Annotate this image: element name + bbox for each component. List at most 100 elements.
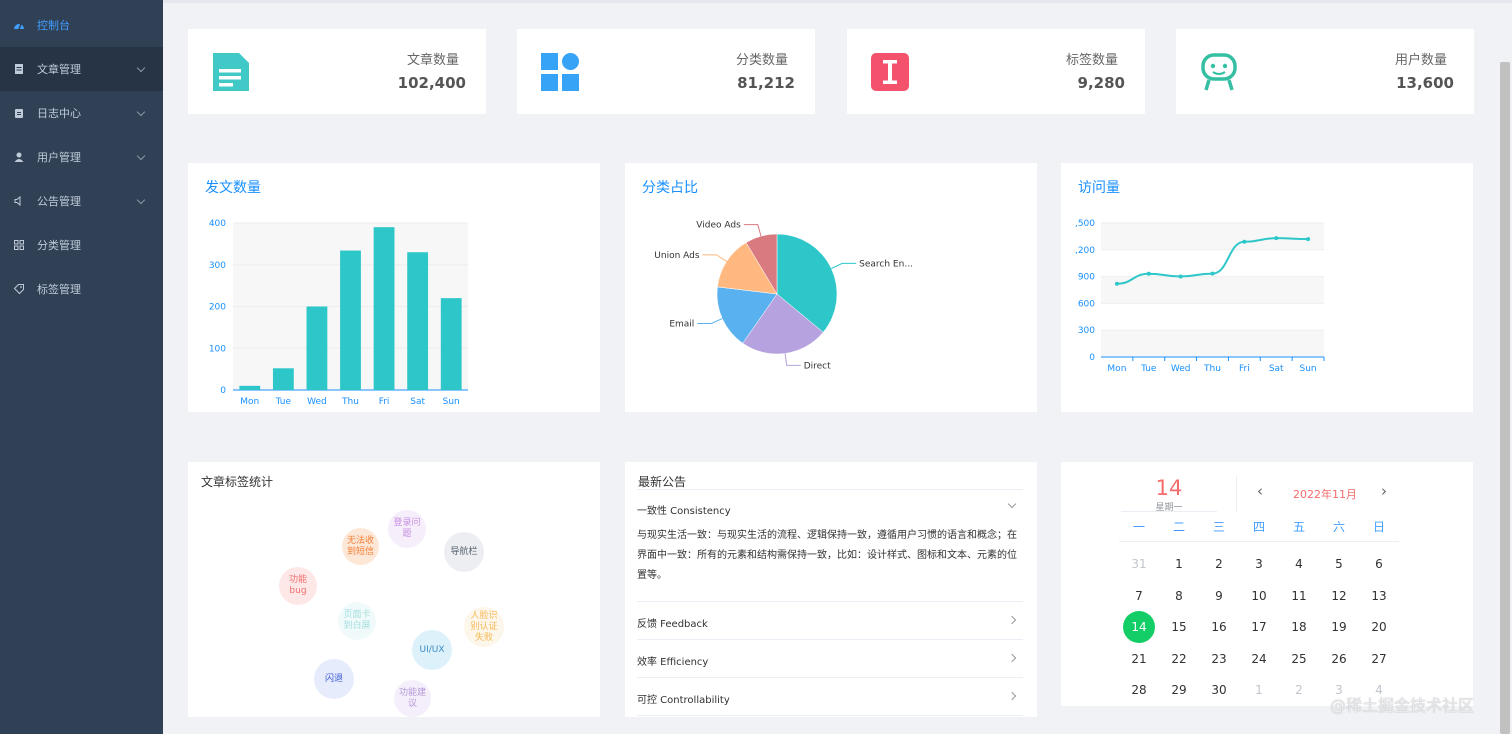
tag-bubble[interactable]: 闪退 xyxy=(314,659,354,699)
stat-value: 102,400 xyxy=(397,74,466,92)
bar-chart-panel: 发文数量 0 100 200 300 400 Mon Tue Wed Thu Fri Sat Sun xyxy=(188,163,600,412)
calendar-day-cell[interactable]: 1 xyxy=(1163,548,1195,580)
calendar-day-cell[interactable]: 19 xyxy=(1323,611,1355,643)
pie-chart-panel: 分类占比 Search En... Direct Email Union Ads Vid… xyxy=(625,163,1037,412)
calendar-day-cell[interactable]: 10 xyxy=(1243,580,1275,612)
calendar-day-cell[interactable]: 26 xyxy=(1323,643,1355,675)
chevron-down-icon xyxy=(136,151,146,161)
stat-card-categories[interactable]: 分类数量 81,212 xyxy=(517,29,815,114)
tag-label: 功能bug xyxy=(288,575,307,596)
stat-value: 13,600 xyxy=(1396,74,1454,92)
stat-card-articles[interactable]: 文章数量 102,400 xyxy=(188,29,486,114)
calendar-week-header: 二 xyxy=(1172,520,1185,534)
page-scrollbar[interactable] xyxy=(1500,62,1510,734)
calendar-day-cell[interactable]: 20 xyxy=(1363,611,1395,643)
calendar-day-cell[interactable]: 3 xyxy=(1243,548,1275,580)
pie-label: Search En... xyxy=(859,259,913,269)
stat-card-tags[interactable]: 标签数量 9,280 xyxy=(847,29,1145,114)
tag-bubble[interactable]: 功能bug xyxy=(279,567,317,605)
calendar-day-cell[interactable]: 6 xyxy=(1363,548,1395,580)
notice-panel: 最新公告 一致性 Consistency 与现实生活一致：与现实生活的流程、逻辑… xyxy=(625,462,1037,717)
calendar-day-cell[interactable]: 22 xyxy=(1163,643,1195,675)
calendar-day-cell[interactable]: 1 xyxy=(1243,674,1275,706)
calendar-day-cell[interactable]: 4 xyxy=(1283,548,1315,580)
data-point xyxy=(1114,281,1119,286)
calendar-day-cell[interactable]: 8 xyxy=(1163,580,1195,612)
y-tick-label: 400 xyxy=(209,219,226,229)
prev-month-button[interactable]: ‹ xyxy=(1257,482,1263,500)
article-icon xyxy=(213,53,249,91)
tag-bubble[interactable]: 页面卡到白屏 xyxy=(338,602,376,640)
calendar-day-cell[interactable]: 9 xyxy=(1203,580,1235,612)
notice-item[interactable]: 可控 Controllability xyxy=(637,678,1023,716)
calendar-day-cell[interactable]: 16 xyxy=(1203,611,1235,643)
calendar-day-cell[interactable]: 13 xyxy=(1363,580,1395,612)
sidebar-item-users[interactable]: 用户管理 xyxy=(0,135,163,179)
tag-bubble[interactable]: UI/UX xyxy=(412,630,452,670)
tag-bubble[interactable]: 无法收到短信 xyxy=(342,528,379,565)
notice-item-expanded-header[interactable]: 一致性 Consistency xyxy=(637,490,1023,524)
grid-icon xyxy=(14,240,24,250)
stat-card-users[interactable]: 用户数量 13,600 xyxy=(1176,29,1474,114)
pie-label: Video Ads xyxy=(696,221,741,231)
calendar-day-cell[interactable]: 21 xyxy=(1123,643,1155,675)
data-point xyxy=(1274,236,1279,241)
tag-bubble[interactable]: 导航栏 xyxy=(444,532,484,572)
sidebar-item-notices[interactable]: 公告管理 xyxy=(0,179,163,223)
calendar-day-cell[interactable]: 2 xyxy=(1283,674,1315,706)
calendar-day-cell[interactable]: 30 xyxy=(1203,674,1235,706)
notice-item[interactable]: 效率 Efficiency xyxy=(637,640,1023,678)
x-tick-label: Fri xyxy=(379,397,390,407)
tag-bubble[interactable]: 功能建议 xyxy=(394,680,431,717)
top-border xyxy=(163,0,1512,3)
calendar-day-cell[interactable]: 7 xyxy=(1123,580,1155,612)
sidebar-item-tags[interactable]: 标签管理 xyxy=(0,267,163,311)
notice-item-title: 一致性 Consistency xyxy=(637,506,731,517)
calendar-day-cell[interactable]: 14 xyxy=(1123,611,1155,643)
plot-band xyxy=(1101,223,1324,250)
pie-label: Union Ads xyxy=(654,251,700,261)
calendar-day-cell[interactable]: 2 xyxy=(1203,548,1235,580)
notice-item-title: 反馈 Feedback xyxy=(637,619,708,630)
calendar-day-cell[interactable]: 17 xyxy=(1243,611,1275,643)
sidebar-item-articles[interactable]: 文章管理 xyxy=(0,47,163,91)
calendar-day-cell[interactable]: 5 xyxy=(1323,548,1355,580)
notice-item-body: 与现实生活一致：与现实生活的流程、逻辑保持一致，遵循用户习惯的语言和概念；在界面… xyxy=(637,530,1017,581)
calendar-day-cell[interactable]: 25 xyxy=(1283,643,1315,675)
pie-label-line xyxy=(784,353,801,366)
panel-title: 最新公告 xyxy=(638,475,687,489)
x-tick-label: Sat xyxy=(1269,364,1284,374)
notice-item[interactable]: 反馈 Feedback xyxy=(637,602,1023,640)
calendar-day-cell[interactable]: 23 xyxy=(1203,643,1235,675)
tag-label: 闪退 xyxy=(324,673,343,684)
chevron-right-icon xyxy=(1007,653,1017,663)
next-month-button[interactable]: › xyxy=(1381,482,1387,500)
calendar-day-cell[interactable]: 15 xyxy=(1163,611,1195,643)
sidebar-item-categories[interactable]: 分类管理 xyxy=(0,223,163,267)
calendar-month-label: 2022年11月 xyxy=(1293,488,1357,501)
stat-value: 9,280 xyxy=(1077,74,1125,92)
calendar-day-cell[interactable]: 11 xyxy=(1283,580,1315,612)
sidebar-item-label: 用户管理 xyxy=(37,151,81,164)
notice-item-title: 可控 Controllability xyxy=(637,695,730,706)
sidebar-item-logs[interactable]: 日志中心 xyxy=(0,91,163,135)
calendar-day-cell[interactable]: 29 xyxy=(1163,674,1195,706)
calendar-day-cell[interactable]: 27 xyxy=(1363,643,1395,675)
calendar-day-cell[interactable]: 28 xyxy=(1123,674,1155,706)
calendar-day-cell[interactable]: 31 xyxy=(1123,548,1155,580)
tag-bubble[interactable]: 人脸识别认证失败 xyxy=(464,607,504,647)
tag-bubble[interactable]: 登录问题 xyxy=(388,510,426,548)
calendar-day-cell[interactable]: 12 xyxy=(1323,580,1355,612)
x-tick-label: Tue xyxy=(275,397,292,407)
calendar-week-header: 一 xyxy=(1132,520,1145,534)
chevron-down-icon xyxy=(136,195,146,205)
x-tick-label: Wed xyxy=(307,397,327,407)
calendar-day-cell[interactable]: 18 xyxy=(1283,611,1315,643)
tag-icon xyxy=(871,53,909,91)
calendar-day: 14 xyxy=(1155,476,1183,500)
sidebar-item-label: 控制台 xyxy=(37,19,70,32)
log-icon xyxy=(15,109,23,118)
tag-label: 无法收到短信 xyxy=(346,535,374,557)
calendar-day-cell[interactable]: 24 xyxy=(1243,643,1275,675)
sidebar-item-dashboard[interactable]: 控制台 xyxy=(0,3,163,47)
